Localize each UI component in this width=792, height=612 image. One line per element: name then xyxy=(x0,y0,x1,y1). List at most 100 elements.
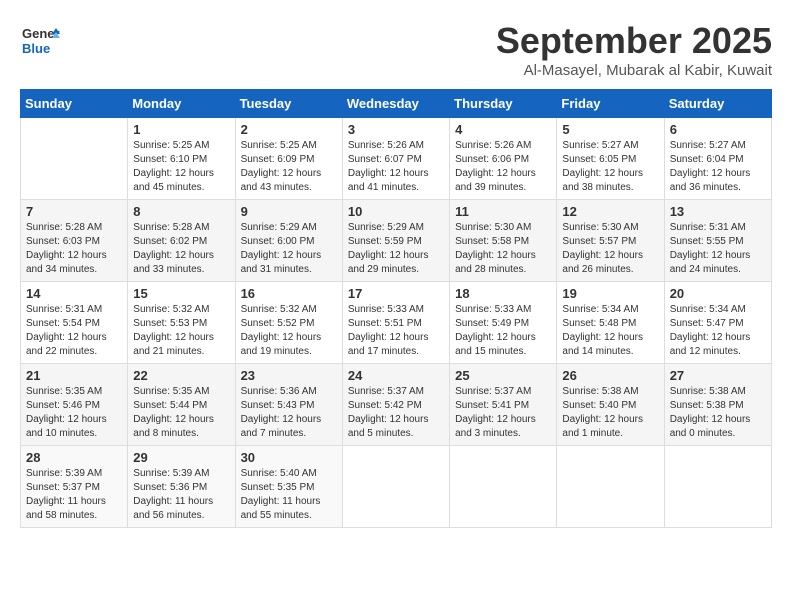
day-info: Sunrise: 5:33 AM Sunset: 5:49 PM Dayligh… xyxy=(455,303,551,359)
day-info: Sunrise: 5:35 AM Sunset: 5:44 PM Dayligh… xyxy=(133,385,229,441)
day-number: 28 xyxy=(26,450,122,465)
page-header: General Blue September 2025 Al-Masayel, … xyxy=(20,20,772,79)
weekday-header: Sunday xyxy=(21,90,128,118)
day-info: Sunrise: 5:39 AM Sunset: 5:36 PM Dayligh… xyxy=(133,467,229,523)
calendar-cell: 4 Sunrise: 5:26 AM Sunset: 6:06 PM Daylig… xyxy=(450,118,557,200)
day-number: 17 xyxy=(348,286,444,301)
day-number: 8 xyxy=(133,204,229,219)
calendar-cell: 13Sunrise: 5:31 AM Sunset: 5:55 PM Dayli… xyxy=(664,200,771,282)
weekday-header: Thursday xyxy=(450,90,557,118)
day-number: 9 xyxy=(241,204,337,219)
location-title: Al-Masayel, Mubarak al Kabir, Kuwait xyxy=(496,62,772,79)
weekday-header: Wednesday xyxy=(342,90,449,118)
calendar-cell: 2 Sunrise: 5:25 AM Sunset: 6:09 PM Daylig… xyxy=(235,118,342,200)
calendar-cell: 17 Sunrise: 5:33 AM Sunset: 5:51 PM Dayli… xyxy=(342,282,449,364)
calendar-week-row: 28Sunrise: 5:39 AM Sunset: 5:37 PM Dayli… xyxy=(21,446,772,528)
calendar-cell: 10Sunrise: 5:29 AM Sunset: 5:59 PM Dayli… xyxy=(342,200,449,282)
day-number: 20 xyxy=(670,286,766,301)
calendar-cell: 12 Sunrise: 5:30 AM Sunset: 5:57 PM Dayli… xyxy=(557,200,664,282)
calendar-cell: 30 Sunrise: 5:40 AM Sunset: 5:35 PM Dayli… xyxy=(235,446,342,528)
day-info: Sunrise: 5:27 AM Sunset: 6:04 PM Dayligh… xyxy=(670,139,766,195)
calendar-cell: 14 Sunrise: 5:31 AM Sunset: 5:54 PM Dayli… xyxy=(21,282,128,364)
calendar-cell: 6 Sunrise: 5:27 AM Sunset: 6:04 PM Daylig… xyxy=(664,118,771,200)
day-number: 30 xyxy=(241,450,337,465)
calendar-cell xyxy=(21,118,128,200)
day-number: 26 xyxy=(562,368,658,383)
day-number: 6 xyxy=(670,122,766,137)
month-title: September 2025 xyxy=(496,20,772,62)
calendar-week-row: 14 Sunrise: 5:31 AM Sunset: 5:54 PM Dayli… xyxy=(21,282,772,364)
weekday-header: Monday xyxy=(128,90,235,118)
day-info: Sunrise: 5:34 AM Sunset: 5:48 PM Dayligh… xyxy=(562,303,658,359)
calendar-cell: 3 Sunrise: 5:26 AM Sunset: 6:07 PM Daylig… xyxy=(342,118,449,200)
day-info: Sunrise: 5:32 AM Sunset: 5:53 PM Dayligh… xyxy=(133,303,229,359)
day-number: 3 xyxy=(348,122,444,137)
svg-text:Blue: Blue xyxy=(22,41,50,56)
day-number: 11 xyxy=(455,204,551,219)
weekday-header: Saturday xyxy=(664,90,771,118)
calendar-cell: 15Sunrise: 5:32 AM Sunset: 5:53 PM Dayli… xyxy=(128,282,235,364)
day-number: 21 xyxy=(26,368,122,383)
calendar-cell: 25Sunrise: 5:37 AM Sunset: 5:41 PM Dayli… xyxy=(450,364,557,446)
weekday-header: Friday xyxy=(557,90,664,118)
calendar-cell xyxy=(342,446,449,528)
logo-icon: General Blue xyxy=(20,20,60,64)
day-info: Sunrise: 5:33 AM Sunset: 5:51 PM Dayligh… xyxy=(348,303,444,359)
title-area: September 2025 Al-Masayel, Mubarak al Ka… xyxy=(496,20,772,79)
day-info: Sunrise: 5:26 AM Sunset: 6:07 PM Dayligh… xyxy=(348,139,444,195)
calendar-cell: 20 Sunrise: 5:34 AM Sunset: 5:47 PM Dayli… xyxy=(664,282,771,364)
day-info: Sunrise: 5:26 AM Sunset: 6:06 PM Dayligh… xyxy=(455,139,551,195)
weekday-header: Tuesday xyxy=(235,90,342,118)
day-number: 2 xyxy=(241,122,337,137)
day-number: 24 xyxy=(348,368,444,383)
calendar-cell: 1Sunrise: 5:25 AM Sunset: 6:10 PM Daylig… xyxy=(128,118,235,200)
day-info: Sunrise: 5:30 AM Sunset: 5:57 PM Dayligh… xyxy=(562,221,658,277)
calendar-cell: 21 Sunrise: 5:35 AM Sunset: 5:46 PM Dayli… xyxy=(21,364,128,446)
calendar-cell: 29 Sunrise: 5:39 AM Sunset: 5:36 PM Dayli… xyxy=(128,446,235,528)
calendar-cell xyxy=(557,446,664,528)
day-number: 14 xyxy=(26,286,122,301)
day-info: Sunrise: 5:38 AM Sunset: 5:40 PM Dayligh… xyxy=(562,385,658,441)
calendar-week-row: 21 Sunrise: 5:35 AM Sunset: 5:46 PM Dayli… xyxy=(21,364,772,446)
day-info: Sunrise: 5:40 AM Sunset: 5:35 PM Dayligh… xyxy=(241,467,337,523)
day-info: Sunrise: 5:36 AM Sunset: 5:43 PM Dayligh… xyxy=(241,385,337,441)
header-row: SundayMondayTuesdayWednesdayThursdayFrid… xyxy=(21,90,772,118)
calendar-cell: 23 Sunrise: 5:36 AM Sunset: 5:43 PM Dayli… xyxy=(235,364,342,446)
calendar-cell: 16Sunrise: 5:32 AM Sunset: 5:52 PM Dayli… xyxy=(235,282,342,364)
day-info: Sunrise: 5:28 AM Sunset: 6:02 PM Dayligh… xyxy=(133,221,229,277)
day-info: Sunrise: 5:31 AM Sunset: 5:54 PM Dayligh… xyxy=(26,303,122,359)
day-number: 5 xyxy=(562,122,658,137)
day-info: Sunrise: 5:37 AM Sunset: 5:42 PM Dayligh… xyxy=(348,385,444,441)
calendar-body: 1Sunrise: 5:25 AM Sunset: 6:10 PM Daylig… xyxy=(21,118,772,528)
calendar-cell: 27Sunrise: 5:38 AM Sunset: 5:38 PM Dayli… xyxy=(664,364,771,446)
day-number: 7 xyxy=(26,204,122,219)
day-info: Sunrise: 5:31 AM Sunset: 5:55 PM Dayligh… xyxy=(670,221,766,277)
day-number: 29 xyxy=(133,450,229,465)
calendar-cell: 22Sunrise: 5:35 AM Sunset: 5:44 PM Dayli… xyxy=(128,364,235,446)
day-number: 4 xyxy=(455,122,551,137)
day-info: Sunrise: 5:29 AM Sunset: 6:00 PM Dayligh… xyxy=(241,221,337,277)
calendar-cell: 5 Sunrise: 5:27 AM Sunset: 6:05 PM Daylig… xyxy=(557,118,664,200)
calendar-cell: 9 Sunrise: 5:29 AM Sunset: 6:00 PM Daylig… xyxy=(235,200,342,282)
day-number: 23 xyxy=(241,368,337,383)
day-info: Sunrise: 5:28 AM Sunset: 6:03 PM Dayligh… xyxy=(26,221,122,277)
day-info: Sunrise: 5:27 AM Sunset: 6:05 PM Dayligh… xyxy=(562,139,658,195)
calendar-cell: 7 Sunrise: 5:28 AM Sunset: 6:03 PM Daylig… xyxy=(21,200,128,282)
day-number: 12 xyxy=(562,204,658,219)
day-info: Sunrise: 5:25 AM Sunset: 6:10 PM Dayligh… xyxy=(133,139,229,195)
calendar-week-row: 7 Sunrise: 5:28 AM Sunset: 6:03 PM Daylig… xyxy=(21,200,772,282)
calendar-cell xyxy=(450,446,557,528)
day-info: Sunrise: 5:34 AM Sunset: 5:47 PM Dayligh… xyxy=(670,303,766,359)
day-info: Sunrise: 5:25 AM Sunset: 6:09 PM Dayligh… xyxy=(241,139,337,195)
calendar-table: SundayMondayTuesdayWednesdayThursdayFrid… xyxy=(20,89,772,528)
calendar-cell: 11Sunrise: 5:30 AM Sunset: 5:58 PM Dayli… xyxy=(450,200,557,282)
logo: General Blue xyxy=(20,20,60,69)
calendar-cell xyxy=(664,446,771,528)
calendar-cell: 28Sunrise: 5:39 AM Sunset: 5:37 PM Dayli… xyxy=(21,446,128,528)
calendar-cell: 26 Sunrise: 5:38 AM Sunset: 5:40 PM Dayli… xyxy=(557,364,664,446)
day-info: Sunrise: 5:35 AM Sunset: 5:46 PM Dayligh… xyxy=(26,385,122,441)
day-info: Sunrise: 5:29 AM Sunset: 5:59 PM Dayligh… xyxy=(348,221,444,277)
day-number: 18 xyxy=(455,286,551,301)
day-info: Sunrise: 5:32 AM Sunset: 5:52 PM Dayligh… xyxy=(241,303,337,359)
calendar-cell: 19Sunrise: 5:34 AM Sunset: 5:48 PM Dayli… xyxy=(557,282,664,364)
